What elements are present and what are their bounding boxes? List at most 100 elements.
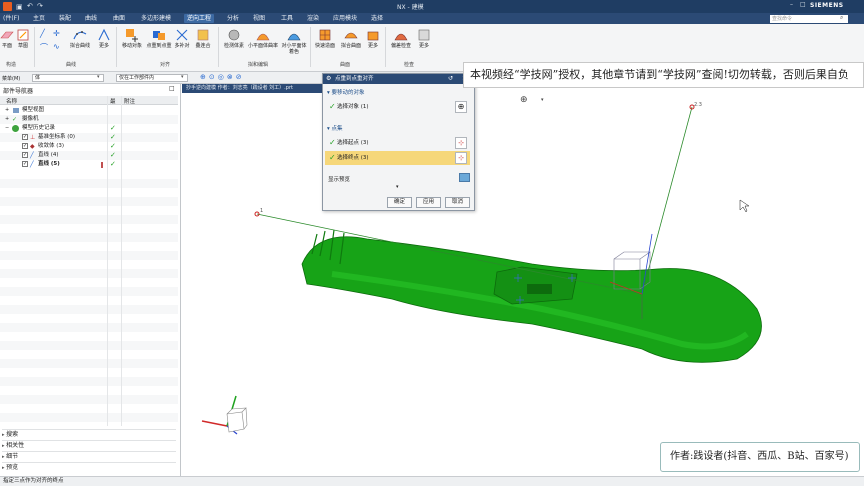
tree-row-model-history[interactable]: − 模型历史记录 ✓ bbox=[0, 124, 178, 133]
quick-surface-button[interactable]: 快速造面 bbox=[313, 28, 337, 49]
collapse-icon[interactable]: − bbox=[5, 124, 9, 133]
document-tab[interactable]: 抄手逆向建模 作者：刘志亮（践设者 刘工）.prt bbox=[182, 84, 327, 93]
cancel-button[interactable]: 取消 bbox=[445, 197, 470, 208]
maximize-button[interactable]: □ bbox=[800, 1, 806, 8]
folder-icon bbox=[13, 108, 19, 113]
curve-more-button[interactable]: 更多 bbox=[96, 28, 112, 49]
tree-row-cameras[interactable]: + ✓ 摄像机 bbox=[0, 115, 178, 124]
snap-tools-icon[interactable]: ⊕⊙◎⊗⊘ bbox=[200, 73, 245, 81]
expand-more-icon[interactable]: ▾ bbox=[396, 184, 399, 190]
menu-render[interactable]: 渲染 bbox=[304, 14, 322, 23]
group-separator bbox=[116, 27, 117, 67]
check-icon: ✓ bbox=[110, 142, 116, 150]
select-end-points-row[interactable]: ✓ 选择终点 (3) ⊹ bbox=[325, 151, 470, 165]
menu-view[interactable]: 视图 bbox=[250, 14, 268, 23]
tree-row-line-5[interactable]: ✓ ╱ 直线 (5) ✓ bbox=[0, 160, 178, 169]
multi-align-label: 多补对 bbox=[174, 43, 190, 49]
multi-align-button[interactable]: 多补对 bbox=[173, 28, 191, 49]
facet-shade-button[interactable]: 对小平面体着色 bbox=[280, 28, 308, 55]
app-menu-icon[interactable] bbox=[3, 2, 12, 11]
redo-icon[interactable]: ↷ bbox=[37, 2, 43, 10]
surface-more-button[interactable]: 更多 bbox=[365, 28, 381, 49]
group-label-fit-edit: 拟和编辑 bbox=[248, 62, 269, 68]
menu-applications[interactable]: 应用模块 bbox=[330, 14, 360, 23]
mouse-cursor bbox=[739, 199, 750, 213]
menu-file[interactable]: (件(F) bbox=[0, 14, 22, 23]
dialog-title-bar[interactable]: ⚙ 点重到点重对齐 ↺ ✕ bbox=[323, 74, 474, 84]
merge-label: 叠连合 bbox=[195, 43, 211, 49]
point-set-start-icon[interactable]: ⊹ bbox=[455, 137, 467, 149]
detect-body-button[interactable]: 检测体素 bbox=[222, 28, 246, 49]
check-more-button[interactable]: 更多 bbox=[416, 28, 432, 49]
chevron-down-icon[interactable]: ▾ bbox=[181, 74, 184, 80]
line-icon[interactable]: ╱ bbox=[40, 29, 45, 38]
facet-curvature-button[interactable]: 小平面体曲率 bbox=[248, 28, 278, 49]
spline-icon[interactable]: ∿ bbox=[53, 42, 60, 51]
checkbox[interactable]: ✓ bbox=[22, 143, 28, 149]
snap-point-toolbar-icon[interactable]: ⊕ bbox=[520, 95, 528, 105]
fold-dependencies[interactable]: ▸ 相关性 bbox=[2, 440, 176, 449]
ok-button[interactable]: 确定 bbox=[387, 197, 412, 208]
arc-icon[interactable]: ⌒ bbox=[40, 42, 48, 53]
section-header-point-sets[interactable]: ▾ 点集 bbox=[327, 124, 343, 132]
menu-surface[interactable]: 曲面 bbox=[110, 14, 128, 23]
gear-icon[interactable]: ⚙ bbox=[326, 74, 331, 84]
tree-row-model-views[interactable]: + 模型视图 bbox=[0, 106, 178, 115]
column-name[interactable]: 名称 bbox=[6, 97, 17, 105]
merge-button[interactable]: 叠连合 bbox=[193, 28, 213, 49]
maximize-panel-icon[interactable]: □ bbox=[169, 85, 175, 92]
check-icon: ✓ bbox=[110, 133, 116, 141]
menu-select[interactable]: 选择 bbox=[368, 14, 386, 23]
fold-preview[interactable]: ▸ 预览 bbox=[2, 462, 176, 471]
fold-search[interactable]: ▸ 搜索 bbox=[2, 429, 176, 438]
model-viewport[interactable] bbox=[182, 84, 864, 476]
column-latest[interactable]: 最 bbox=[110, 97, 116, 105]
checkbox[interactable]: ✓ bbox=[22, 134, 28, 140]
sketch-button[interactable]: 草图 bbox=[15, 28, 31, 49]
tree-row-line-4[interactable]: ✓ ╱ 直线 (4) ✓ bbox=[0, 151, 178, 160]
minimize-button[interactable]: – bbox=[790, 1, 793, 8]
tree-row-datum-csys[interactable]: ✓ ⊥ 基准坐标系 (0) ✓ bbox=[0, 133, 178, 142]
tree-row-convergent-body[interactable]: ✓ ◆ 收敛体 (3) ✓ bbox=[0, 142, 178, 151]
graphics-window[interactable]: 2.3 1 ⊕ ▾ bbox=[182, 84, 864, 476]
select-object-row[interactable]: ✓ 选择对象 (1) ⊕ bbox=[325, 100, 470, 114]
menu-assembly[interactable]: 装配 bbox=[56, 14, 74, 23]
menu-filter-label[interactable]: 菜单(M) bbox=[2, 75, 20, 82]
chevron-down-icon[interactable]: ▾ bbox=[541, 97, 544, 103]
chevron-down-icon[interactable]: ▾ bbox=[97, 74, 100, 80]
expand-icon[interactable]: + bbox=[5, 115, 9, 124]
point-set-end-icon[interactable]: ⊹ bbox=[455, 152, 467, 164]
menu-analysis[interactable]: 分析 bbox=[224, 14, 242, 23]
point-icon[interactable]: ✛ bbox=[53, 29, 60, 38]
expand-icon[interactable]: + bbox=[5, 106, 9, 115]
save-icon[interactable]: ▣ bbox=[16, 3, 23, 11]
menu-tools[interactable]: 工具 bbox=[278, 14, 296, 23]
point-to-point-button[interactable]: 点重到点重 bbox=[146, 28, 172, 49]
plane-icon bbox=[0, 31, 14, 39]
fit-curve-button[interactable]: 拟合曲线 bbox=[68, 28, 92, 49]
fold-details[interactable]: ▸ 细节 bbox=[2, 451, 176, 460]
section-header-objects[interactable]: ▾ 要移动的对象 bbox=[327, 88, 365, 96]
plane-button[interactable]: 平面 bbox=[0, 28, 14, 49]
scope-filter-combo[interactable]: 仅在工作部件内 bbox=[116, 74, 188, 82]
crosshair-icon[interactable]: ⊕ bbox=[455, 101, 467, 113]
checkbox[interactable]: ✓ bbox=[22, 161, 28, 167]
move-object-button[interactable]: 移动对象 bbox=[120, 28, 144, 49]
reset-icon[interactable]: ↺ bbox=[448, 74, 453, 84]
apply-button[interactable]: 应用 bbox=[416, 197, 441, 208]
select-start-points-row[interactable]: ✓ 选择起点 (3) ⊹ bbox=[325, 136, 470, 150]
menu-polygon-modeling[interactable]: 多边形建模 bbox=[138, 14, 174, 23]
search-icon[interactable]: ⌕ bbox=[840, 14, 843, 22]
column-note[interactable]: 附注 bbox=[124, 97, 135, 105]
deviation-check-button[interactable]: 偏差检查 bbox=[389, 28, 413, 49]
type-filter-combo[interactable]: 体 bbox=[32, 74, 104, 82]
command-search-input[interactable]: 查找命令 bbox=[770, 15, 848, 23]
menu-reverse-engineering[interactable]: 逆向工程 bbox=[184, 14, 215, 23]
preview-toggle[interactable] bbox=[459, 173, 470, 182]
fit-surface-button[interactable]: 拟合曲面 bbox=[339, 28, 363, 49]
menu-home[interactable]: 主页 bbox=[30, 14, 48, 23]
checkbox[interactable]: ✓ bbox=[22, 152, 28, 158]
point-to-point-label: 点重到点重 bbox=[146, 43, 172, 49]
menu-curve[interactable]: 曲线 bbox=[82, 14, 100, 23]
undo-icon[interactable]: ↶ bbox=[27, 2, 33, 10]
